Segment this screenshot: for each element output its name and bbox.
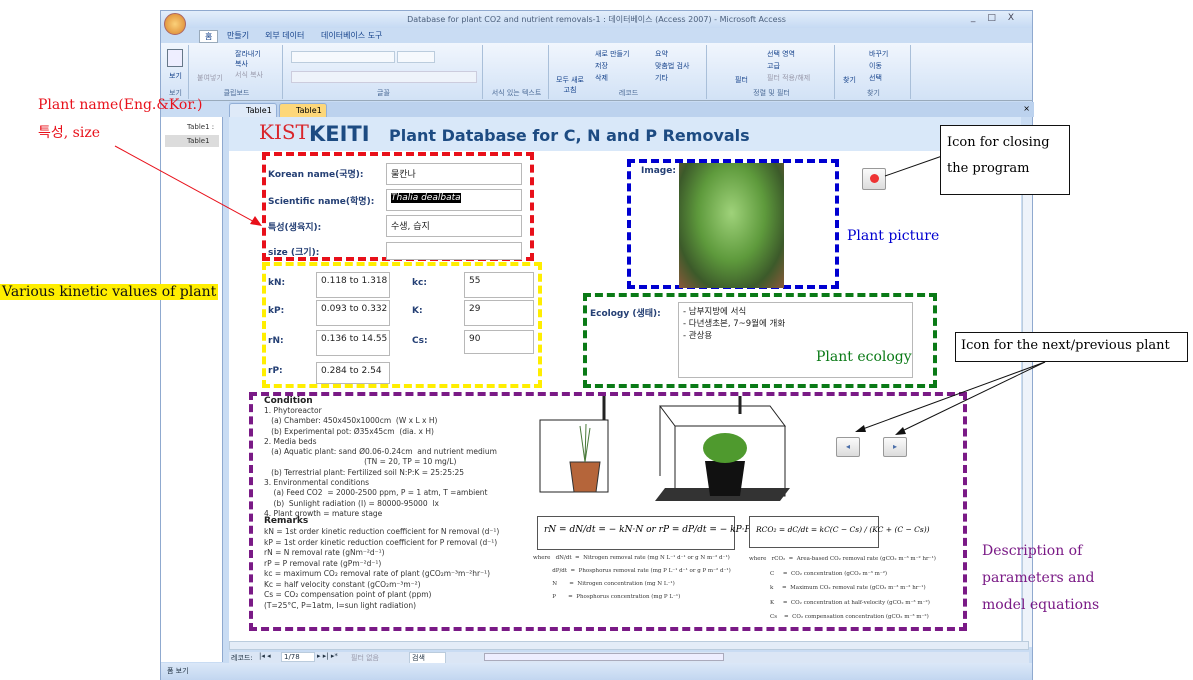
- annotation-description: Description of parameters and model equa…: [982, 543, 1100, 613]
- next-arrow: [899, 361, 1046, 433]
- annotation-closing: Icon for closing the program: [940, 125, 1070, 195]
- red-arrow: [114, 145, 259, 225]
- annotation-kinetic: Various kinetic values of plant: [0, 284, 219, 300]
- annotation-ecology: Plant ecology: [816, 349, 912, 365]
- prev-arrow: [859, 361, 1046, 431]
- annotation-next-prev: Icon for the next/previous plant: [955, 332, 1188, 362]
- annotation-picture: Plant picture: [847, 228, 940, 244]
- close-arrow: [884, 154, 946, 177]
